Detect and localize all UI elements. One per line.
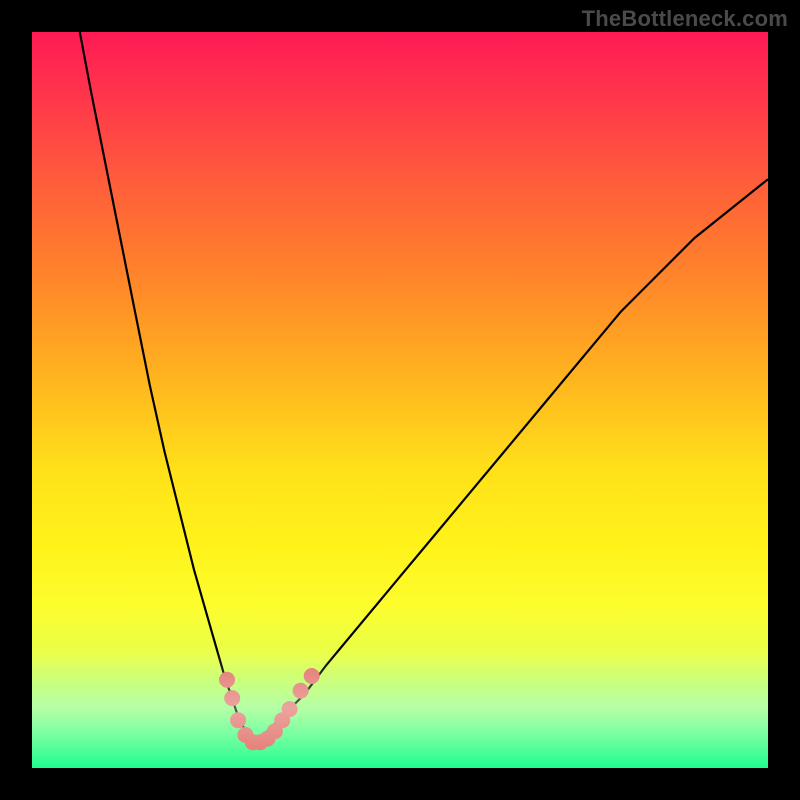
curve-left-branch — [80, 32, 253, 742]
data-point — [219, 672, 235, 688]
chart-frame: TheBottleneck.com — [0, 0, 800, 800]
watermark-text: TheBottleneck.com — [582, 6, 788, 32]
data-point — [224, 690, 240, 706]
marker-group — [219, 668, 320, 750]
data-point — [282, 701, 298, 717]
plot-area — [32, 32, 768, 768]
bottleneck-curve — [32, 32, 768, 768]
data-point — [293, 683, 309, 699]
data-point — [230, 712, 246, 728]
data-point — [304, 668, 320, 684]
curve-right-branch — [253, 179, 768, 742]
